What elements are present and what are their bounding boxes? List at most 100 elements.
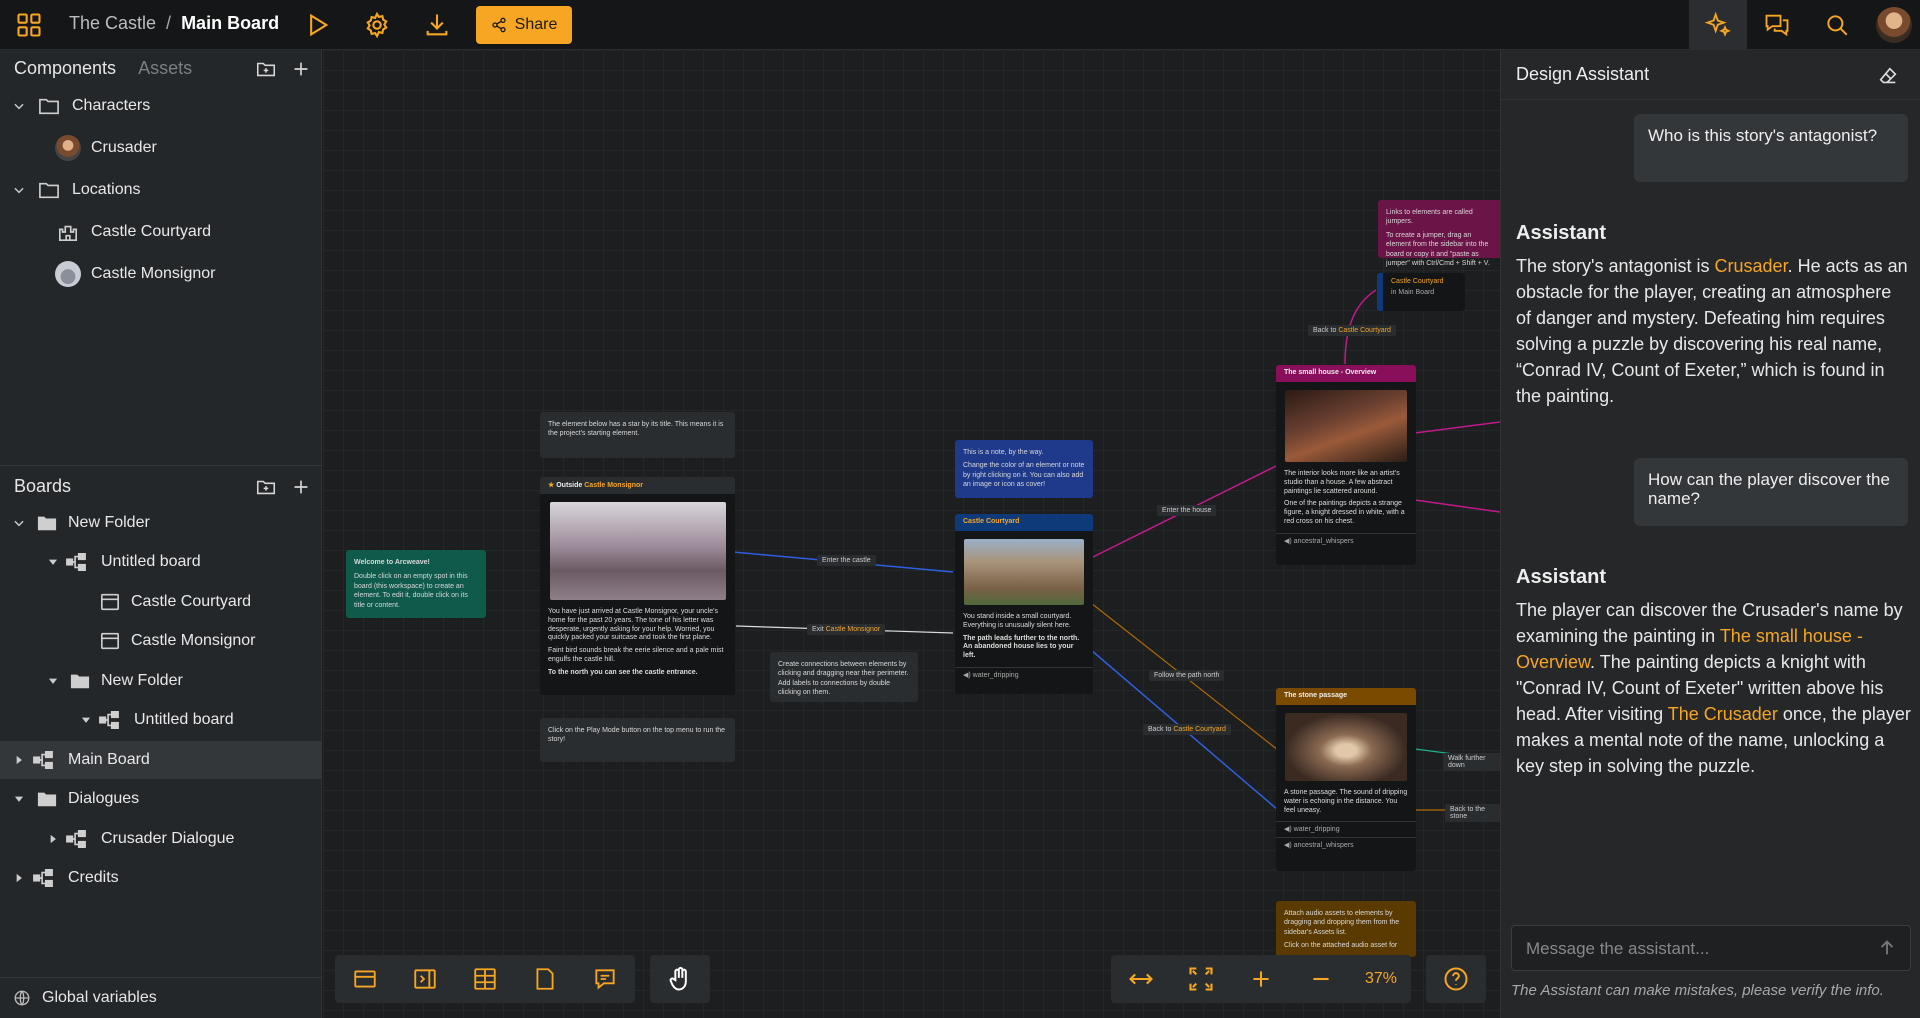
search-icon[interactable] bbox=[1808, 0, 1866, 50]
caret-right-icon[interactable] bbox=[12, 871, 26, 885]
play-icon[interactable] bbox=[292, 0, 342, 50]
add-jumper-icon[interactable] bbox=[395, 955, 455, 1003]
send-icon[interactable] bbox=[1876, 937, 1898, 959]
connection-label-enter-castle[interactable]: Enter the castle bbox=[817, 555, 876, 566]
tab-assets[interactable]: Assets bbox=[138, 58, 192, 79]
top-bar: The Castle / Main Board Share bbox=[0, 0, 1920, 50]
tab-components[interactable]: Components bbox=[14, 58, 116, 79]
chevron-down-icon[interactable] bbox=[12, 183, 26, 197]
breadcrumb-workspace[interactable]: The Castle bbox=[69, 13, 156, 33]
caret-down-icon[interactable] bbox=[79, 713, 93, 727]
tree-label: Crusader Dialogue bbox=[101, 830, 235, 847]
audio-icon[interactable]: ◀) bbox=[1284, 826, 1292, 833]
note-audio-assets[interactable]: Attach audio assets to elements by dragg… bbox=[1276, 901, 1416, 957]
tree-item-crusader[interactable]: Crusader bbox=[0, 129, 322, 167]
note-starting-element[interactable]: The element below has a star by its titl… bbox=[540, 412, 735, 458]
fit-screen-icon[interactable] bbox=[1171, 955, 1231, 1003]
message-input[interactable]: Message the assistant... bbox=[1511, 925, 1911, 971]
chevron-down-icon[interactable] bbox=[12, 516, 26, 530]
panel-title: Design Assistant bbox=[1516, 64, 1650, 84]
sidebar: Components Assets Characters Crusader Lo… bbox=[0, 50, 322, 1018]
add-element-icon[interactable] bbox=[335, 955, 395, 1003]
eraser-icon[interactable] bbox=[1877, 65, 1899, 87]
element-stone-passage[interactable]: The stone passage A stone passage. The s… bbox=[1276, 688, 1416, 871]
tree-label: Untitled board bbox=[134, 711, 234, 728]
share-label: Share bbox=[514, 16, 558, 33]
assistant-label: Assistant bbox=[1516, 222, 1607, 244]
add-note-icon[interactable] bbox=[515, 955, 575, 1003]
tree-board-untitled-2[interactable]: Untitled board bbox=[0, 701, 322, 739]
note-play-mode[interactable]: Click on the Play Mode button on the top… bbox=[540, 718, 735, 762]
globe-icon bbox=[14, 990, 30, 1006]
add-icon[interactable] bbox=[290, 58, 312, 80]
pan-toolbar bbox=[650, 955, 710, 1003]
global-variables-button[interactable]: Global variables bbox=[0, 977, 322, 1018]
add-comment-icon[interactable] bbox=[575, 955, 635, 1003]
connection-label-back[interactable]: Back to Castle Courtyard bbox=[1143, 724, 1231, 735]
tree-board-crusader-dialogue[interactable]: Crusader Dialogue bbox=[0, 820, 322, 858]
tree-board-castle-courtyard[interactable]: Castle Courtyard bbox=[0, 583, 322, 621]
element-castle-courtyard[interactable]: Castle Courtyard You stand inside a smal… bbox=[955, 514, 1093, 694]
caret-down-icon[interactable] bbox=[12, 792, 26, 806]
breadcrumb-board: Main Board bbox=[181, 13, 280, 33]
tree-board-castle-monsignor[interactable]: Castle Monsignor bbox=[0, 622, 322, 660]
caret-right-icon[interactable] bbox=[46, 832, 60, 846]
tree-folder-locations[interactable]: Locations bbox=[0, 171, 322, 209]
ai-sparkle-icon[interactable] bbox=[1689, 0, 1747, 50]
zoom-out-icon[interactable] bbox=[1291, 955, 1351, 1003]
hand-pan-icon[interactable] bbox=[650, 955, 710, 1003]
zoom-in-icon[interactable] bbox=[1231, 955, 1291, 1003]
note-color[interactable]: This is a note, by the way. Change the c… bbox=[955, 440, 1093, 498]
tree-folder-characters[interactable]: Characters bbox=[0, 87, 322, 125]
note-welcome[interactable]: Welcome to Arcweave! Double click on an … bbox=[346, 550, 486, 618]
audio-icon[interactable]: ◀) bbox=[1284, 842, 1292, 849]
caret-down-icon[interactable] bbox=[46, 674, 60, 688]
tree-item-castle-monsignor[interactable]: Castle Monsignor bbox=[0, 255, 322, 293]
share-button[interactable]: Share bbox=[476, 6, 572, 44]
tree-board-untitled[interactable]: Untitled board bbox=[0, 543, 322, 581]
mention-link[interactable]: Crusader bbox=[1715, 256, 1788, 276]
note-jumpers[interactable]: Links to elements are called jumpers. To… bbox=[1378, 200, 1500, 267]
tree-folder-dialogues[interactable]: Dialogues bbox=[0, 780, 322, 818]
jumper-castle-courtyard[interactable]: Castle Courtyard in Main Board bbox=[1377, 273, 1465, 311]
apps-grid-icon[interactable] bbox=[4, 0, 54, 50]
connection-house-right[interactable] bbox=[1414, 421, 1500, 434]
note-connections[interactable]: Create connections between elements by c… bbox=[770, 652, 918, 702]
connection-label-enter-house[interactable]: Enter the house bbox=[1157, 505, 1217, 516]
zoom-level[interactable]: 37% bbox=[1351, 970, 1411, 988]
breadcrumb: The Castle / Main Board bbox=[69, 13, 280, 33]
element-title: Castle Courtyard bbox=[955, 514, 1093, 531]
connection-house-right-2[interactable] bbox=[1414, 499, 1500, 513]
add-table-icon[interactable] bbox=[455, 955, 515, 1003]
caret-right-icon[interactable] bbox=[12, 753, 26, 767]
connection-label-back-jumper[interactable]: Back to Castle Courtyard bbox=[1308, 325, 1396, 336]
tree-board-credits[interactable]: Credits bbox=[0, 859, 322, 897]
add-icon[interactable] bbox=[290, 476, 312, 498]
fit-width-icon[interactable] bbox=[1111, 955, 1171, 1003]
settings-gear-icon[interactable] bbox=[352, 0, 402, 50]
tree-folder-new-folder[interactable]: New Folder bbox=[0, 504, 322, 542]
audio-icon[interactable]: ◀) bbox=[963, 672, 971, 679]
chevron-down-icon[interactable] bbox=[12, 99, 26, 113]
element-small-house[interactable]: The small house - Overview The interior … bbox=[1276, 365, 1416, 565]
connection-label-exit[interactable]: Exit Castle Monsignor bbox=[807, 624, 886, 635]
help-icon[interactable] bbox=[1426, 955, 1486, 1003]
castle-icon bbox=[59, 225, 77, 241]
connection-label-follow-path[interactable]: Follow the path north bbox=[1149, 670, 1225, 681]
audio-icon[interactable]: ◀) bbox=[1284, 538, 1292, 545]
comments-icon[interactable] bbox=[1748, 0, 1806, 50]
new-folder-icon[interactable] bbox=[255, 58, 277, 80]
tree-folder-new-folder-2[interactable]: New Folder bbox=[0, 662, 322, 700]
tree-item-castle-courtyard[interactable]: Castle Courtyard bbox=[0, 213, 322, 251]
tree-board-main-board[interactable]: Main Board bbox=[0, 741, 322, 779]
connection-label-back-stone[interactable]: Back to the stone bbox=[1445, 804, 1500, 822]
element-outside-castle-monsignor[interactable]: ★ Outside Castle Monsignor You have just… bbox=[540, 477, 735, 695]
user-avatar[interactable] bbox=[1876, 7, 1912, 43]
download-icon[interactable] bbox=[412, 0, 462, 50]
caret-down-icon[interactable] bbox=[46, 555, 60, 569]
folder-icon bbox=[39, 182, 59, 199]
new-folder-icon[interactable] bbox=[255, 476, 277, 498]
mention-link[interactable]: The Crusader bbox=[1668, 704, 1778, 724]
board-canvas[interactable]: The element below has a star by its titl… bbox=[323, 50, 1500, 1018]
connection-label-walk[interactable]: Walk further down bbox=[1443, 753, 1500, 771]
